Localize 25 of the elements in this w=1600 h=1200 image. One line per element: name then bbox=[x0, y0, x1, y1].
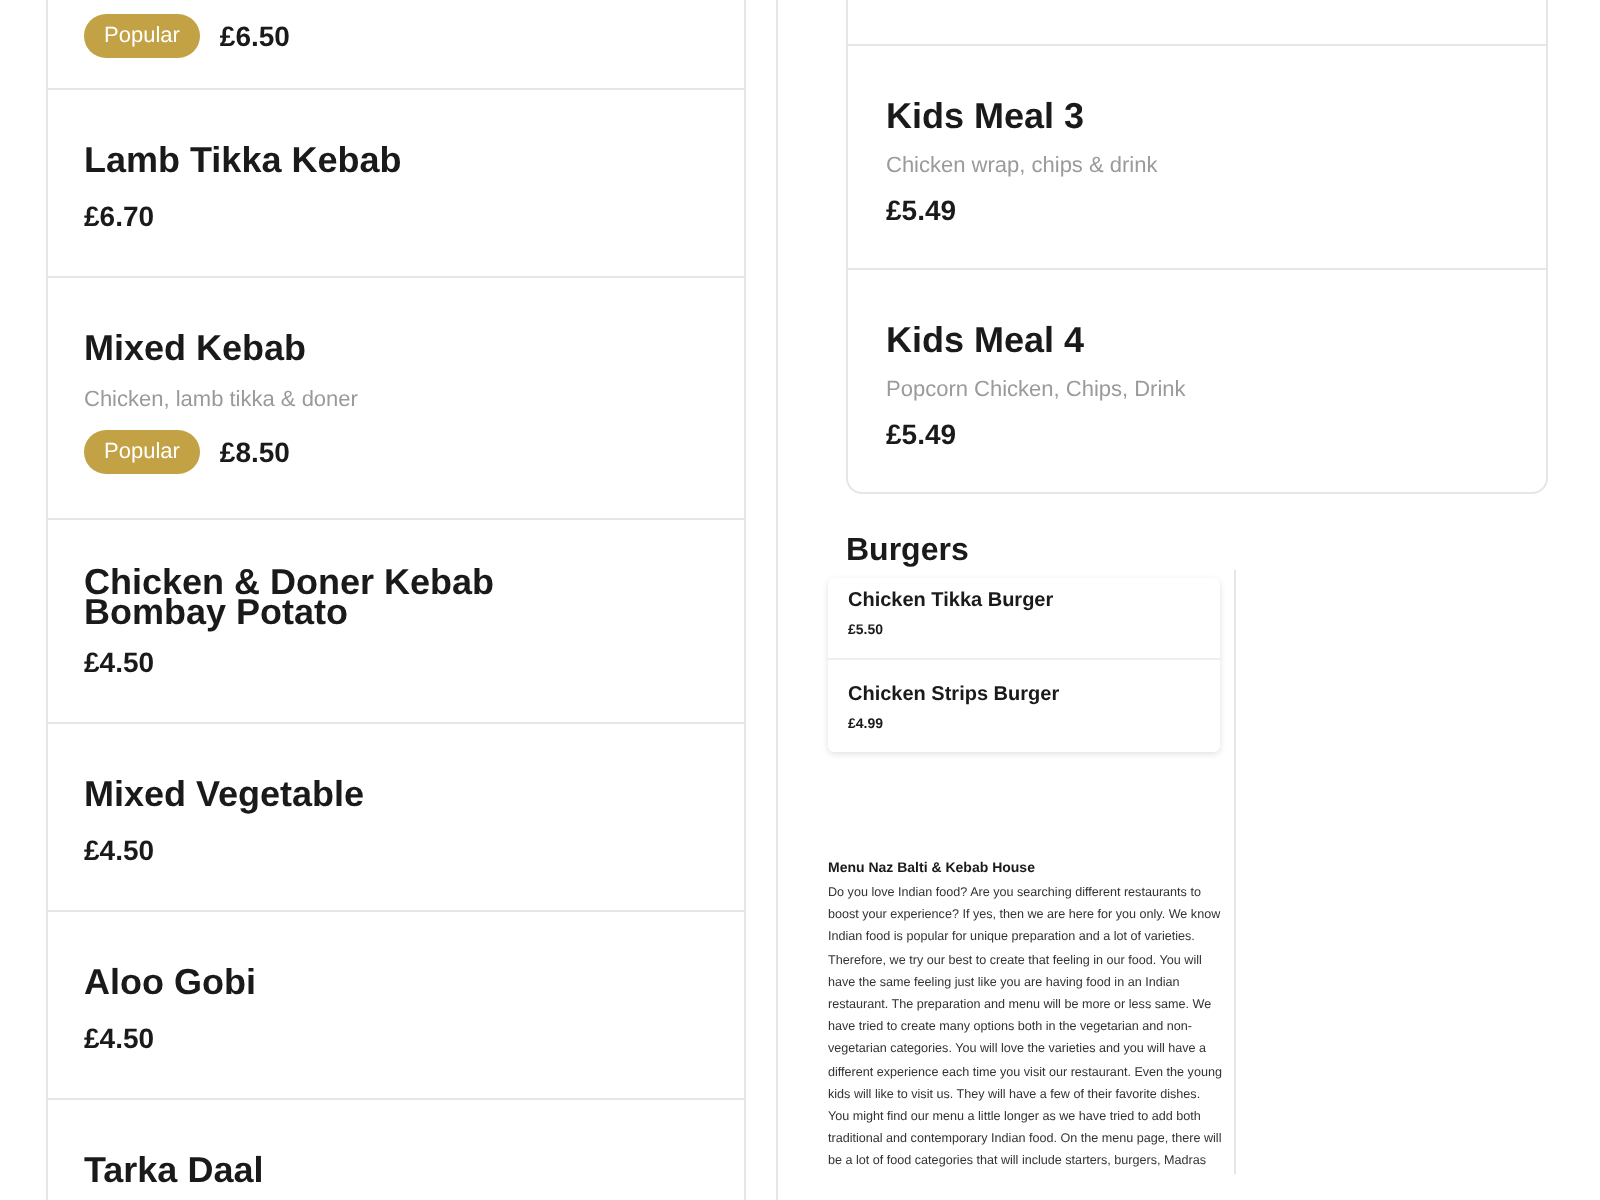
item-price: £6.70 bbox=[84, 200, 155, 232]
item-title: Kids Meal 4 bbox=[886, 318, 1087, 362]
item-title: Aloo Gobi bbox=[84, 960, 258, 1004]
popular-badge: Popular bbox=[84, 430, 200, 474]
item-description: Chicken, lamb tikka & doner bbox=[84, 388, 360, 412]
item-title: Chicken & Doner Kebab bbox=[84, 568, 497, 598]
item-title: Kids Meal 3 bbox=[886, 94, 1087, 138]
section-heading: Burgers bbox=[846, 534, 971, 570]
item-price: £6.50 bbox=[219, 20, 290, 52]
item-price: £4.50 bbox=[84, 834, 155, 866]
item-title: Chicken Tikka Burger bbox=[848, 590, 1056, 612]
item-description: Popcorn Chicken, Chips, Drink bbox=[886, 378, 1188, 402]
item-title: Bombay Potato bbox=[84, 598, 349, 628]
item-price: £8.50 bbox=[219, 436, 290, 468]
item-price: £5.49 bbox=[886, 194, 959, 226]
item-price: £4.50 bbox=[84, 646, 155, 678]
item-price: £4.50 bbox=[84, 1022, 155, 1054]
item-title: Mixed Vegetable bbox=[84, 772, 367, 816]
item-title: Mixed Kebab bbox=[84, 326, 309, 370]
item-description: Chicken wrap, chips & drink bbox=[886, 154, 1160, 178]
item-price: £5.49 bbox=[886, 418, 959, 450]
item-title: Chicken Strips Burger bbox=[848, 684, 1062, 706]
item-title: Lamb Tikka Kebab bbox=[84, 138, 404, 182]
popular-badge: Popular bbox=[84, 14, 200, 58]
item-title: Tarka Daal bbox=[84, 1148, 266, 1192]
